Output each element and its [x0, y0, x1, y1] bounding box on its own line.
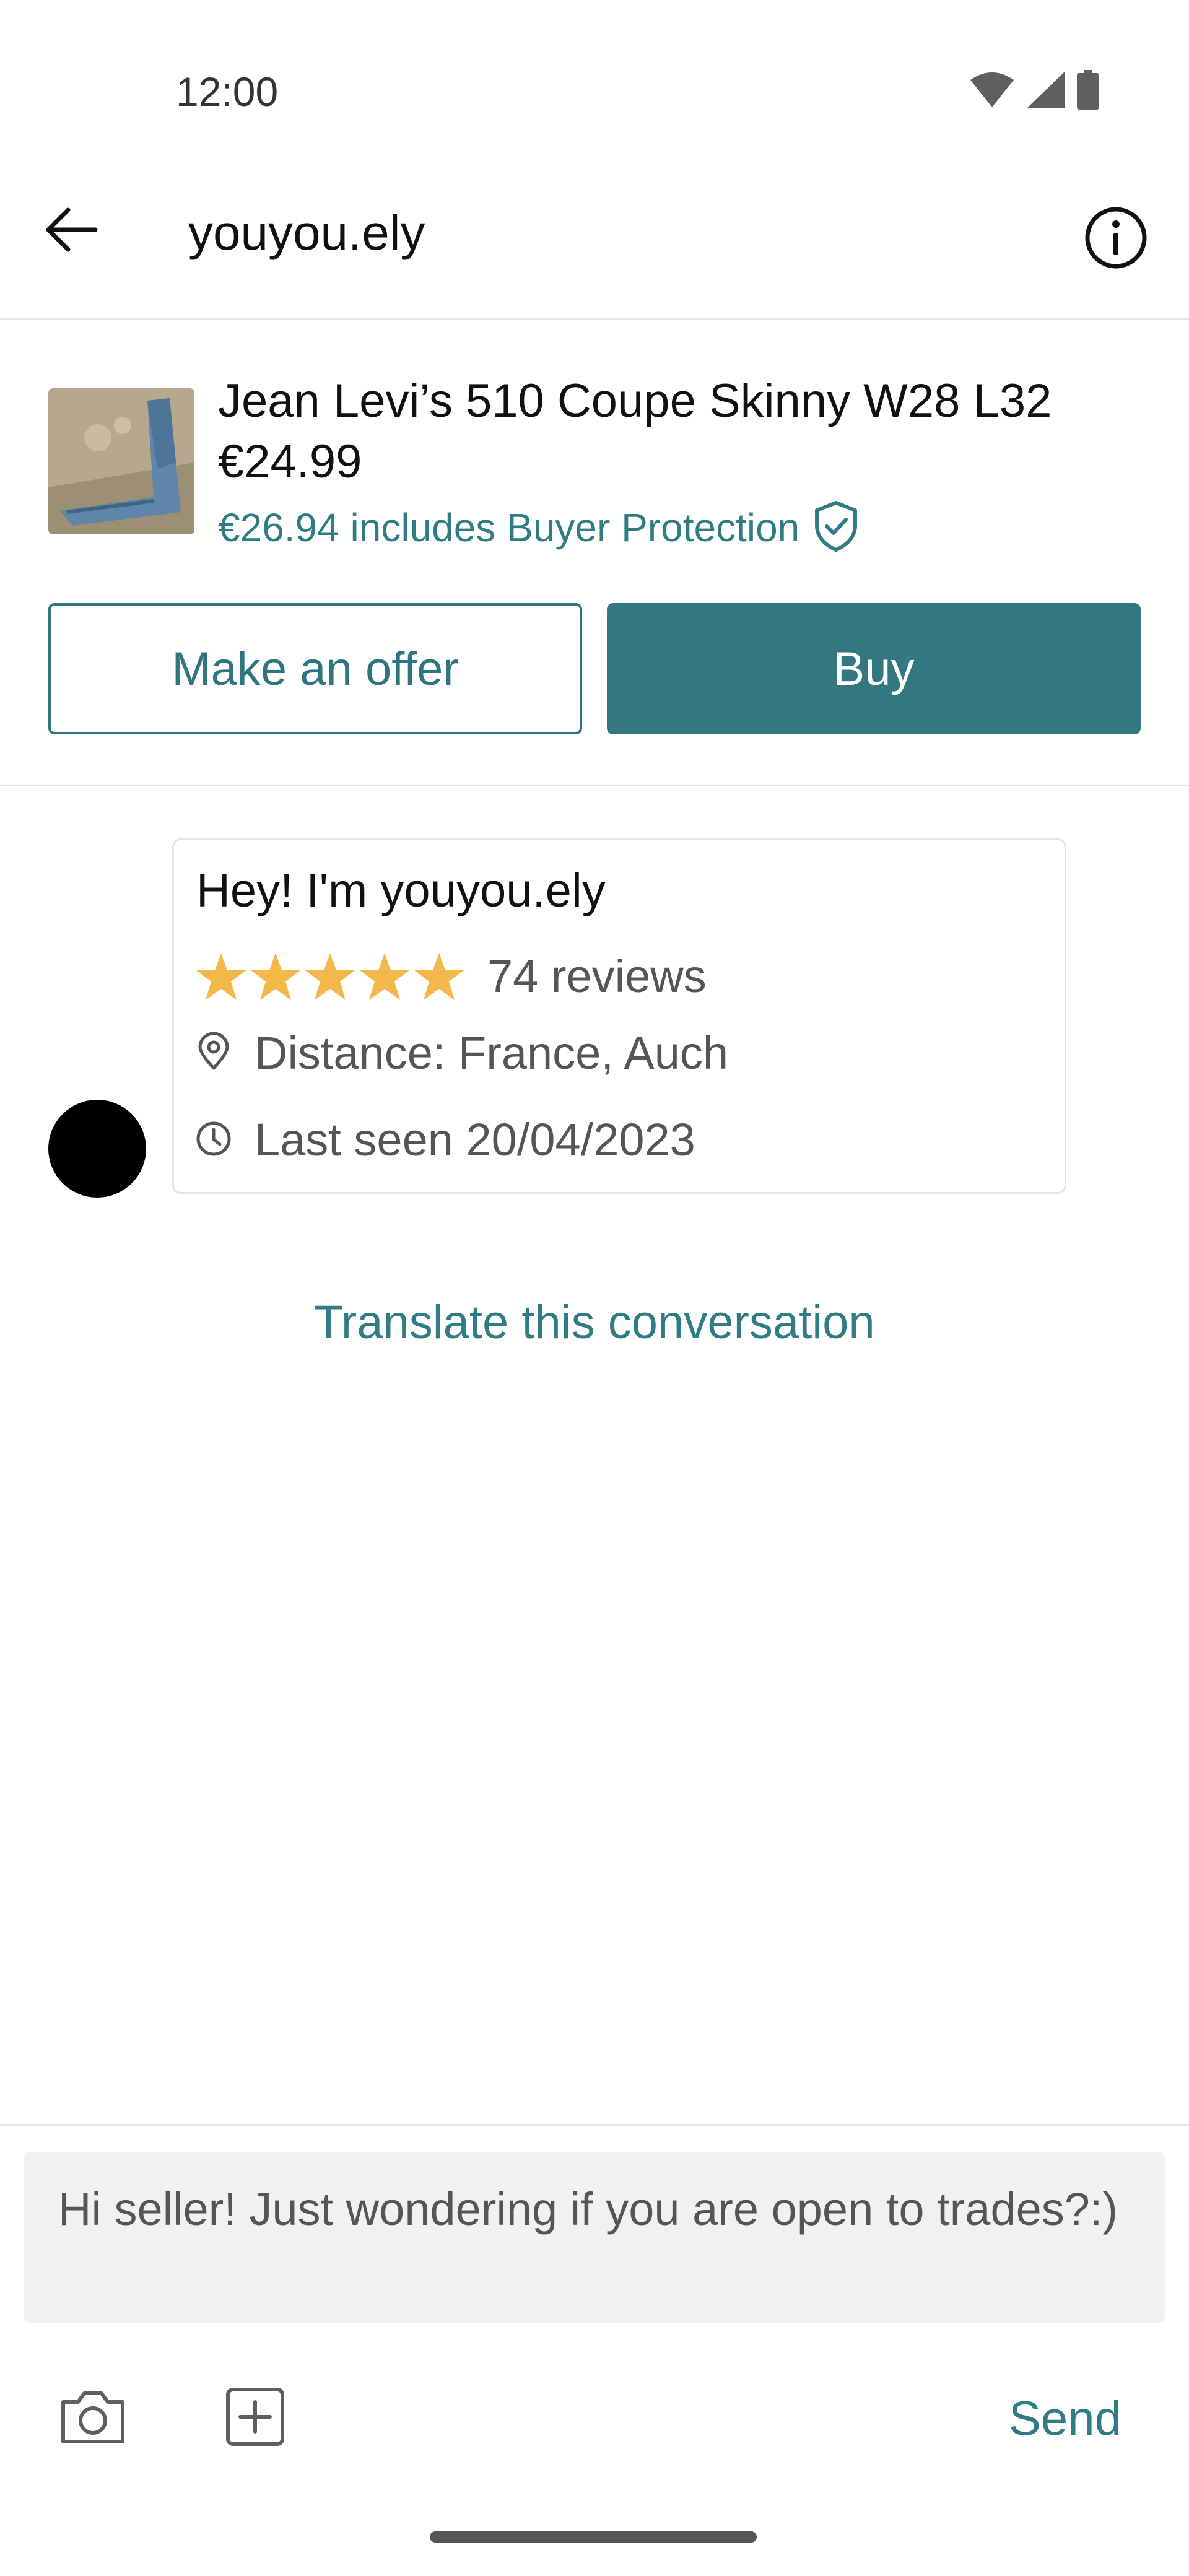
star-icon [196, 953, 246, 1000]
item-title[interactable]: Jean Levi’s 510 Coupe Skinny W28 L32 [218, 370, 1052, 432]
rating-row[interactable]: 74 reviews [195, 946, 707, 1007]
camera-icon [58, 2387, 128, 2450]
info-button[interactable] [1079, 202, 1153, 276]
intro-greeting: Hey! I'm youyou.ely [196, 864, 606, 917]
last-seen-text: Last seen 20/04/2023 [255, 1114, 695, 1165]
status-bar: 12:00 [0, 0, 1189, 161]
add-attachment-button[interactable] [218, 2381, 292, 2455]
shield-check-icon [813, 500, 859, 555]
info-icon [1084, 206, 1148, 273]
seller-intro-card: Hey! I'm youyou.ely 74 reviews Distance:… [172, 838, 1066, 1194]
buyer-protection-text: €26.94 includes Buyer Protection [218, 505, 800, 550]
star-icon [360, 953, 409, 1000]
camera-button[interactable] [56, 2381, 130, 2455]
buyer-protection[interactable]: €26.94 includes Buyer Protection [218, 497, 859, 559]
buy-button[interactable]: Buy [607, 603, 1141, 734]
make-offer-button[interactable]: Make an offer [48, 603, 582, 734]
status-time: 12:00 [176, 69, 279, 115]
app-bar: youyou.ely [0, 161, 1189, 320]
clock-icon [195, 1120, 232, 1160]
item-thumbnail[interactable] [48, 388, 194, 534]
send-button[interactable]: Send [978, 2381, 1152, 2455]
last-seen-row: Last seen 20/04/2023 [195, 1109, 695, 1171]
battery-icon [1077, 69, 1099, 113]
item-summary: Jean Levi’s 510 Coupe Skinny W28 L32 €24… [0, 320, 1189, 786]
star-icon [251, 953, 300, 1000]
wifi-icon [969, 71, 1015, 111]
message-input[interactable]: Hi seller! Just wondering if you are ope… [24, 2152, 1165, 2323]
distance-row: Distance: France, Auch [195, 1022, 728, 1084]
star-rating [195, 952, 465, 1001]
home-indicator[interactable] [430, 2531, 757, 2543]
star-icon [305, 953, 355, 1000]
item-price: €24.99 [218, 435, 362, 488]
conversation-title: youyou.ely [188, 205, 425, 260]
back-button[interactable] [37, 197, 105, 265]
avatar[interactable] [48, 1100, 146, 1198]
arrow-back-icon [45, 206, 98, 256]
location-pin-icon [195, 1032, 232, 1075]
reviews-count: 74 reviews [487, 951, 707, 1002]
signal-icon [1026, 71, 1066, 112]
add-box-icon [224, 2386, 286, 2451]
translate-conversation-link[interactable]: Translate this conversation [0, 1292, 1189, 1354]
message-composer: Hi seller! Just wondering if you are ope… [0, 2124, 1189, 2576]
star-icon [414, 953, 464, 1000]
distance-text: Distance: France, Auch [255, 1027, 729, 1079]
status-icons [969, 69, 1099, 113]
